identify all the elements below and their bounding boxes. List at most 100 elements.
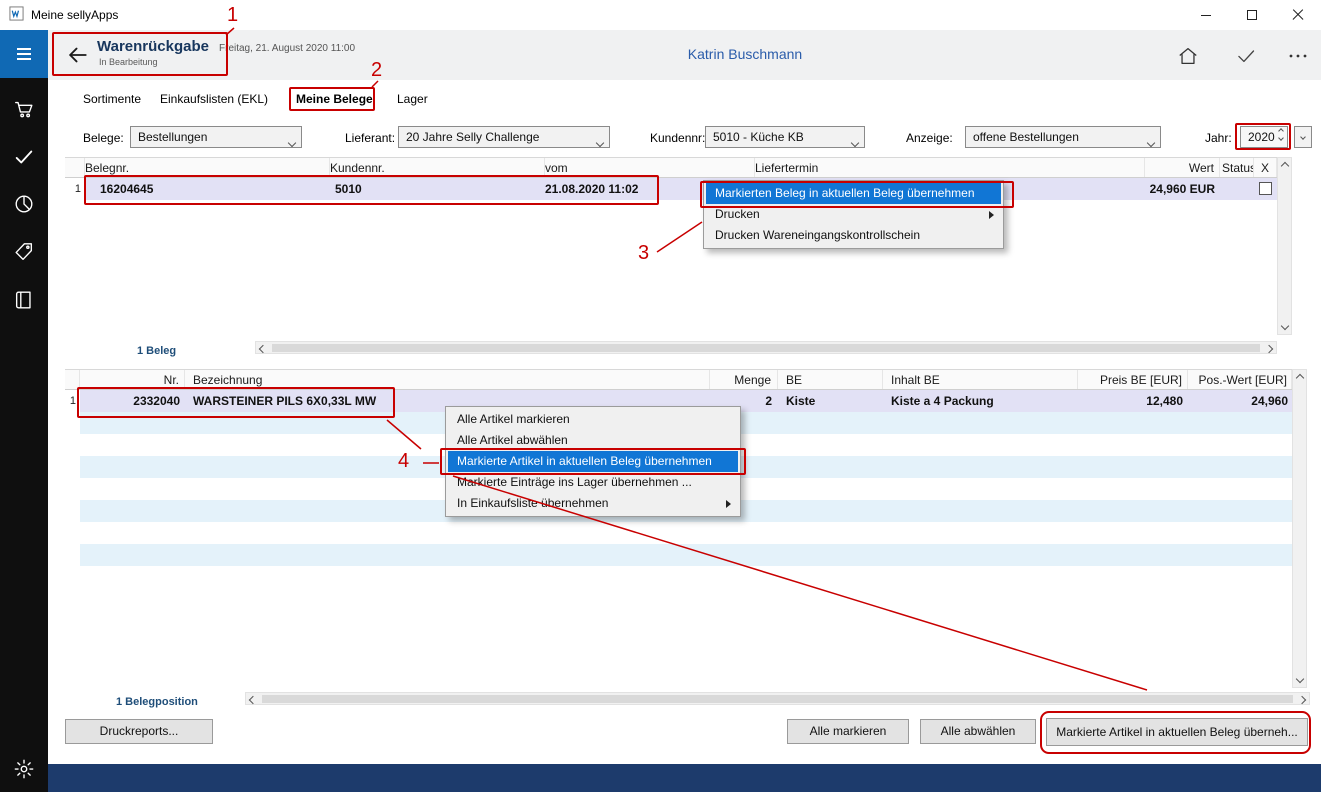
beleg-table-row[interactable]: 1 16204645 5010 21.08.2020 11:02 24,960 … [65, 178, 1277, 200]
back-button[interactable] [65, 44, 91, 66]
page-header: Warenrückgabe In Bearbeitung Freitag, 21… [48, 30, 1321, 80]
cell-inhalt-be: Kiste a 4 Packung [883, 390, 1078, 412]
close-icon [1292, 9, 1304, 21]
menu-item-drucken-kontrollschein[interactable]: Drucken Wareneingangskontrollschein [706, 225, 1001, 246]
minimize-icon [1201, 15, 1211, 16]
jahr-dropdown-button[interactable] [1294, 126, 1312, 148]
tab-meine-belege[interactable]: Meine Belege [296, 92, 373, 106]
beleg-table-hscrollbar[interactable] [255, 341, 1277, 354]
more-options-button[interactable] [1286, 44, 1310, 68]
sidebar-item-catalog[interactable] [13, 289, 35, 311]
tab-lager[interactable]: Lager [397, 92, 428, 106]
annotation-number-3: 3 [638, 242, 649, 265]
col-wert[interactable]: Wert [1145, 158, 1220, 177]
anzeige-select-value: offene Bestellungen [973, 130, 1079, 144]
sidebar-item-settings[interactable] [13, 758, 35, 780]
jahr-spinner[interactable]: 2020 [1240, 126, 1288, 148]
sidebar-item-tasks[interactable] [13, 146, 35, 168]
lieferant-label: Lieferant: [345, 131, 395, 145]
gear-icon [13, 758, 35, 780]
jahr-value: 2020 [1248, 130, 1275, 144]
cell-preis-be: 12,480 [1078, 390, 1188, 412]
cell-pos-wert: 24,960 [1188, 390, 1292, 412]
tab-sortimente[interactable]: Sortimente [83, 92, 141, 106]
menu-item-alle-markieren[interactable]: Alle Artikel markieren [448, 409, 738, 430]
cell-belegnr: 16204645 [85, 178, 330, 200]
menu-item-drucken[interactable]: Drucken [706, 204, 1001, 225]
col-x[interactable]: X [1254, 158, 1277, 177]
submenu-arrow-icon [989, 211, 994, 219]
menu-button[interactable] [0, 30, 48, 78]
hamburger-icon [14, 44, 34, 64]
app-logo-icon [9, 6, 24, 24]
scroll-left-icon [249, 696, 257, 704]
col-status[interactable]: Status [1220, 158, 1254, 177]
kundennr-select-value: 5010 - Küche KB [713, 130, 804, 144]
ellipsis-icon [1288, 46, 1308, 66]
col-inhalt-be[interactable]: Inhalt BE [883, 370, 1078, 389]
bottom-bar [48, 764, 1321, 792]
beleg-table-vscrollbar[interactable] [1277, 157, 1292, 335]
col-vom[interactable]: vom [545, 158, 755, 177]
scrollbar-thumb[interactable] [272, 344, 1260, 352]
window-title: Meine sellyApps [31, 8, 118, 22]
col-kundennr[interactable]: Kundennr. [330, 158, 545, 177]
cell-wert: 24,960 EUR [1145, 178, 1220, 200]
col-menge[interactable]: Menge [710, 370, 778, 389]
col-pos-wert[interactable]: Pos.-Wert [EUR] [1188, 370, 1292, 389]
tab-einkaufslisten[interactable]: Einkaufslisten (EKL) [160, 92, 268, 106]
page-status: In Bearbeitung [99, 57, 158, 67]
chevron-down-icon [852, 135, 858, 148]
position-table-hscrollbar[interactable] [245, 692, 1310, 705]
belege-select[interactable]: Bestellungen [130, 126, 302, 148]
col-preis-be[interactable]: Preis BE [EUR] [1078, 370, 1188, 389]
menu-item-alle-abwaehlen[interactable]: Alle Artikel abwählen [448, 430, 738, 451]
window-controls [1183, 0, 1321, 30]
col-belegnr[interactable]: Belegnr. [85, 158, 330, 177]
row-number: 1 [65, 390, 80, 412]
uebernehmen-button[interactable]: Markierte Artikel in aktuellen Beleg übe… [1046, 718, 1308, 746]
chevron-down-icon [289, 135, 295, 148]
maximize-button[interactable] [1229, 0, 1275, 30]
position-table-vscrollbar[interactable] [1292, 369, 1307, 688]
col-nr[interactable]: Nr. [80, 370, 185, 389]
anzeige-select[interactable]: offene Bestellungen [965, 126, 1161, 148]
page-title: Warenrückgabe [97, 38, 209, 55]
pie-chart-icon [13, 193, 35, 215]
sidebar-item-prices[interactable] [13, 241, 35, 263]
scrollbar-thumb[interactable] [262, 695, 1293, 703]
col-be[interactable]: BE [778, 370, 883, 389]
sidebar-item-statistics[interactable] [13, 193, 35, 215]
beleg-table-header: Belegnr. Kundennr. vom Liefertermin Wert… [65, 157, 1277, 178]
empty-row [80, 544, 1292, 566]
col-liefertermin[interactable]: Liefertermin [755, 158, 1145, 177]
alle-markieren-button[interactable]: Alle markieren [787, 719, 909, 744]
check-icon [13, 146, 35, 168]
scroll-right-icon [1265, 345, 1273, 353]
menu-item-lager-uebernehmen[interactable]: Markierte Einträge ins Lager übernehmen … [448, 472, 738, 493]
kundennr-select[interactable]: 5010 - Küche KB [705, 126, 865, 148]
belege-label: Belege: [83, 131, 124, 145]
cell-kundennr: 5010 [330, 178, 545, 200]
title-bar: Meine sellyApps [0, 0, 1321, 30]
beleg-table: Belegnr. Kundennr. vom Liefertermin Wert… [65, 157, 1277, 200]
row-checkbox[interactable] [1259, 182, 1272, 195]
scroll-down-icon [1296, 675, 1304, 683]
menu-item-beleg-uebernehmen[interactable]: Markierten Beleg in aktuellen Beleg über… [706, 183, 1001, 204]
col-bezeichnung[interactable]: Bezeichnung [185, 370, 710, 389]
close-button[interactable] [1275, 0, 1321, 30]
scroll-right-icon [1298, 696, 1306, 704]
alle-abwaehlen-button[interactable]: Alle abwählen [920, 719, 1036, 744]
minimize-button[interactable] [1183, 0, 1229, 30]
menu-item-einkaufsliste-uebernehmen[interactable]: In Einkaufsliste übernehmen [448, 493, 738, 514]
confirm-button[interactable] [1234, 44, 1258, 68]
menu-item-artikel-uebernehmen[interactable]: Markierte Artikel in aktuellen Beleg übe… [448, 451, 738, 472]
position-table-header: Nr. Bezeichnung Menge BE Inhalt BE Preis… [65, 369, 1292, 390]
check-icon [1236, 46, 1256, 66]
lieferant-select[interactable]: 20 Jahre Selly Challenge [398, 126, 610, 148]
sidebar-item-cart[interactable] [13, 98, 35, 120]
home-button[interactable] [1176, 44, 1200, 68]
druckreports-button[interactable]: Druckreports... [65, 719, 213, 744]
cell-status [1220, 178, 1254, 200]
user-name: Katrin Buschmann [595, 46, 895, 62]
